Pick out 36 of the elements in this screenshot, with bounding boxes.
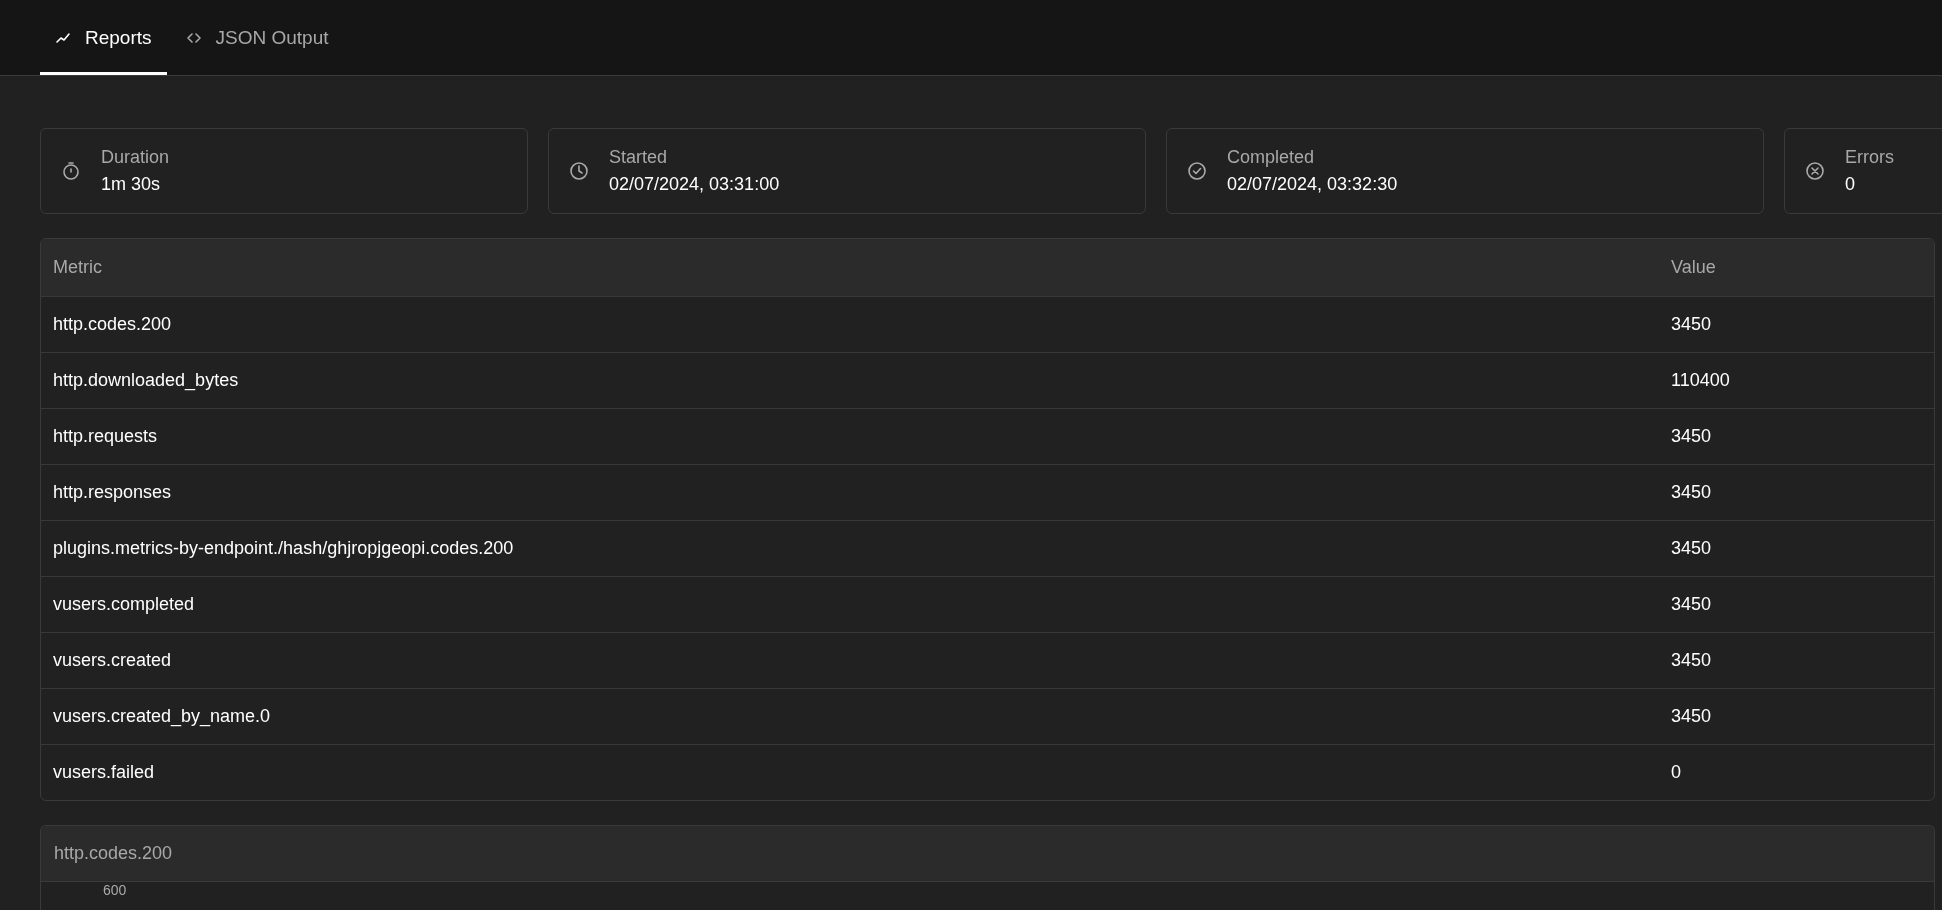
card-value: 0 [1845, 174, 1856, 195]
table-cell: 0 [1670, 744, 1934, 800]
card-label: Completed [1227, 147, 1316, 168]
table-cell: 3450 [1670, 296, 1934, 352]
table-cell: http.codes.200 [41, 296, 1670, 352]
table-cell: vusers.completed [41, 576, 1670, 632]
card-value: 02/07/2024, 03:32:30 [1227, 174, 1398, 195]
stopwatch-icon [61, 161, 81, 181]
column-header: Metric [41, 239, 1670, 296]
table-cell: http.downloaded_bytes [41, 352, 1670, 408]
table-cell: http.responses [41, 464, 1670, 520]
card-value: 02/07/2024, 03:31:00 [609, 174, 780, 195]
table-cell: 3450 [1670, 408, 1934, 464]
table-cell: vusers.created_by_name.0 [41, 688, 1670, 744]
card-label: Started [609, 147, 669, 168]
table-cell: plugins.metrics-by-endpoint./hash/ghjropjgeopi.codes.200 [41, 520, 1670, 576]
card-value: 1m 30s [101, 174, 162, 195]
column-header: Value [1670, 239, 1934, 296]
table-cell: 3450 [1670, 576, 1934, 632]
card-label: Errors [1845, 147, 1894, 168]
table-cell: 3450 [1670, 520, 1934, 576]
chart-title: http.codes.200 [41, 826, 1934, 882]
check-circle-icon [1187, 161, 1207, 181]
table-cell: http.requests [41, 408, 1670, 464]
table-cell: 3450 [1670, 688, 1934, 744]
axis-tick-label: 600 [103, 882, 127, 898]
table-cell: vusers.failed [41, 744, 1670, 800]
clock-icon [569, 161, 589, 181]
tab[interactable]: JSON Output [170, 0, 344, 75]
table-cell: 3450 [1670, 632, 1934, 688]
table-cell: 110400 [1670, 352, 1934, 408]
tab[interactable]: Reports [40, 0, 167, 75]
table-cell: vusers.created [41, 632, 1670, 688]
card-label: Duration [101, 147, 170, 168]
x-circle-icon [1805, 161, 1825, 181]
table-cell: 3450 [1670, 464, 1934, 520]
